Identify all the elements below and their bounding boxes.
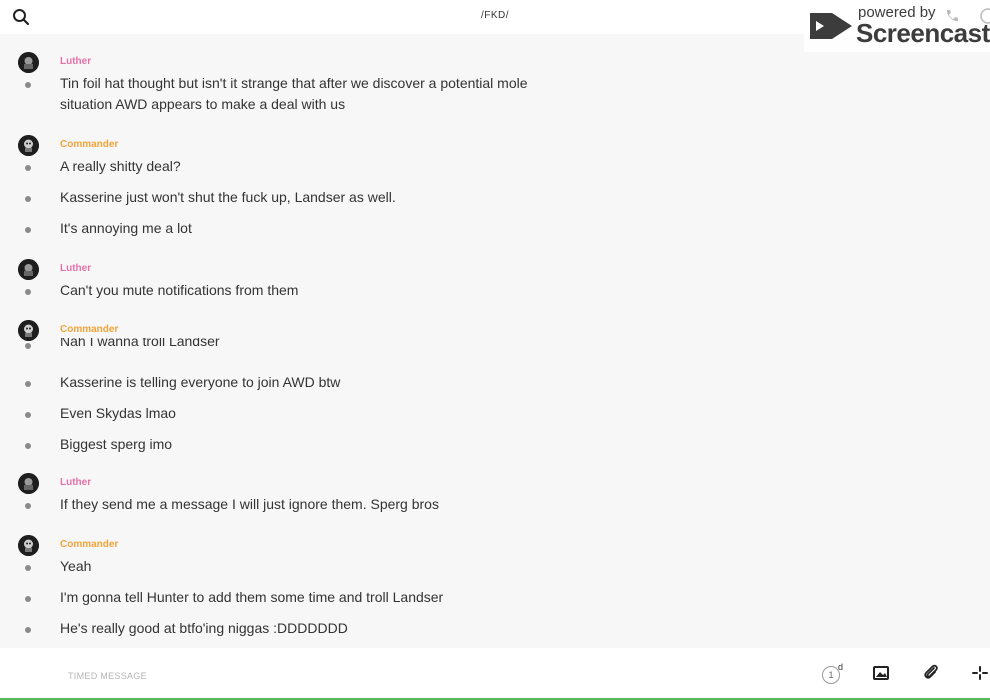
message-text: It's annoying me a lot [60, 220, 192, 236]
timer-unit: d [838, 662, 844, 672]
message-text: Yeah [60, 558, 92, 574]
message-bullet [25, 627, 31, 633]
message-bullet [25, 343, 31, 349]
avatar[interactable] [18, 135, 39, 156]
message-row: Nah I wanna troll Landser [0, 338, 990, 352]
info-icon[interactable] [980, 8, 990, 29]
username[interactable]: Commander [60, 139, 118, 150]
username[interactable]: Luther [60, 477, 91, 488]
message-text: He's really good at btfo'ing niggas :DDD… [60, 620, 348, 636]
message-text: Nah I wanna troll Landser [60, 338, 220, 349]
timer-icon[interactable]: 1 d [820, 662, 844, 686]
message-bullet [25, 196, 31, 202]
message-text: Can't you mute notifications from them [60, 282, 299, 298]
avatar[interactable] [18, 52, 39, 73]
message-bullet [25, 227, 31, 233]
paperclip-icon[interactable] [920, 662, 944, 686]
username[interactable]: Luther [60, 56, 91, 67]
avatar[interactable] [18, 535, 39, 556]
message-bullet [25, 503, 31, 509]
message-text: Kasserine just won't shut the fuck up, L… [60, 189, 396, 205]
message-bullet [25, 443, 31, 449]
message-bullet [25, 82, 31, 88]
username[interactable]: Commander [60, 539, 118, 550]
image-icon[interactable] [870, 662, 894, 686]
avatar[interactable] [18, 259, 39, 280]
message-text: Biggest sperg imo [60, 436, 173, 452]
message-feed[interactable]: Luther Tin foil hat thought but isn't it… [0, 34, 990, 648]
phone-icon[interactable] [944, 8, 960, 29]
message-bullet [25, 289, 31, 295]
message-bullet [25, 165, 31, 171]
message-text: A really shitty deal? [60, 158, 181, 174]
message-bullet [25, 412, 31, 418]
message-text: Even Skydas lmao [60, 405, 176, 421]
message-text: I'm gonna tell Hunter to add them some t… [60, 589, 444, 605]
username[interactable]: Luther [60, 263, 91, 274]
message-bullet [25, 596, 31, 602]
username[interactable]: Commander [60, 324, 118, 335]
message-input[interactable] [66, 665, 670, 687]
message-text: If they send me a message I will just ig… [60, 496, 439, 512]
message-composer: 1 d [0, 648, 990, 700]
message-bullet [25, 381, 31, 387]
more-icon[interactable] [970, 662, 990, 686]
message-text: Kasserine is telling everyone to join AW… [60, 374, 341, 390]
message-text: Tin foil hat thought but isn't it strang… [60, 75, 528, 112]
avatar[interactable] [18, 473, 39, 494]
message-bullet [25, 565, 31, 571]
